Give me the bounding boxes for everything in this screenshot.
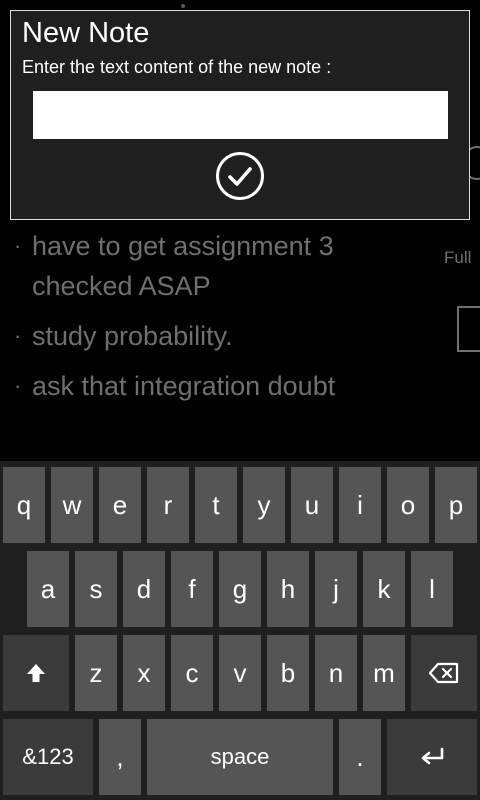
key-label: i xyxy=(357,490,363,520)
key-label: w xyxy=(62,490,82,520)
dialog-title: New Note xyxy=(22,17,150,49)
key-label: n xyxy=(328,658,344,688)
enter-key[interactable] xyxy=(387,719,477,795)
key-label: g xyxy=(232,574,248,604)
screen: Full · have to get assignment 3 checked … xyxy=(0,0,480,800)
key-s[interactable]: s xyxy=(75,551,117,627)
note-text-input[interactable] xyxy=(33,91,448,139)
key-i[interactable]: i xyxy=(339,467,381,543)
key-label: k xyxy=(377,574,391,604)
key-h[interactable]: h xyxy=(267,551,309,627)
key-label: l xyxy=(429,574,435,604)
backspace-icon xyxy=(428,662,459,684)
key-w[interactable]: w xyxy=(51,467,93,543)
key-label: m xyxy=(373,658,395,688)
key-m[interactable]: m xyxy=(363,635,405,711)
symbols-key[interactable]: &123 xyxy=(3,719,93,795)
key-label: z xyxy=(89,658,103,688)
key-label: j xyxy=(333,574,339,604)
key-label: o xyxy=(400,490,416,520)
key-x[interactable]: x xyxy=(123,635,165,711)
list-item: · have to get assignment 3 checked ASAP xyxy=(14,226,434,306)
list-item: · ask that integration doubt xyxy=(14,366,434,406)
key-label: c xyxy=(185,658,199,688)
key-t[interactable]: t xyxy=(195,467,237,543)
background-side-box xyxy=(457,306,480,352)
key-a[interactable]: a xyxy=(27,551,69,627)
key-label: p xyxy=(448,490,464,520)
note-text: ask that integration doubt xyxy=(32,371,336,401)
comma-key[interactable]: , xyxy=(99,719,141,795)
key-label: . xyxy=(356,742,364,772)
key-label: r xyxy=(163,490,173,520)
key-label: y xyxy=(257,490,271,520)
key-o[interactable]: o xyxy=(387,467,429,543)
background-note-list: · have to get assignment 3 checked ASAP … xyxy=(14,226,434,416)
key-label: v xyxy=(233,658,247,688)
key-label: d xyxy=(136,574,152,604)
key-label: x xyxy=(137,658,151,688)
key-n[interactable]: n xyxy=(315,635,357,711)
background-dot xyxy=(181,4,185,8)
space-key[interactable]: space xyxy=(147,719,333,795)
key-d[interactable]: d xyxy=(123,551,165,627)
key-label: space xyxy=(210,744,270,769)
list-item: · study probability. xyxy=(14,316,434,356)
key-label: , xyxy=(116,742,124,772)
backspace-key[interactable] xyxy=(411,635,477,711)
key-p[interactable]: p xyxy=(435,467,477,543)
enter-icon xyxy=(421,747,444,765)
key-j[interactable]: j xyxy=(315,551,357,627)
on-screen-keyboard: q w e r t y u i o p a s d f g h j k l z … xyxy=(0,461,480,800)
key-label: b xyxy=(280,658,296,688)
period-key[interactable]: . xyxy=(339,719,381,795)
bullet: · xyxy=(14,373,22,398)
shift-arrow-icon xyxy=(27,664,45,682)
new-note-dialog: New Note Enter the text content of the n… xyxy=(10,10,470,220)
key-k[interactable]: k xyxy=(363,551,405,627)
confirm-button[interactable] xyxy=(216,152,264,200)
dialog-prompt: Enter the text content of the new note : xyxy=(22,57,332,77)
key-r[interactable]: r xyxy=(147,467,189,543)
key-z[interactable]: z xyxy=(75,635,117,711)
key-label: e xyxy=(112,490,128,520)
key-label: u xyxy=(304,490,320,520)
key-v[interactable]: v xyxy=(219,635,261,711)
key-f[interactable]: f xyxy=(171,551,213,627)
key-label: q xyxy=(16,490,32,520)
key-c[interactable]: c xyxy=(171,635,213,711)
key-label: f xyxy=(188,574,196,604)
background-side-label: Full xyxy=(444,248,472,267)
key-q[interactable]: q xyxy=(3,467,45,543)
shift-key[interactable] xyxy=(3,635,69,711)
note-text: study probability. xyxy=(32,321,233,351)
key-g[interactable]: g xyxy=(219,551,261,627)
key-l[interactable]: l xyxy=(411,551,453,627)
key-e[interactable]: e xyxy=(99,467,141,543)
key-y[interactable]: y xyxy=(243,467,285,543)
key-u[interactable]: u xyxy=(291,467,333,543)
bullet: · xyxy=(14,233,22,258)
key-label: h xyxy=(280,574,296,604)
key-label: &123 xyxy=(22,744,74,769)
key-label: s xyxy=(89,574,103,604)
check-circle-icon xyxy=(228,167,252,186)
bullet: · xyxy=(14,323,22,348)
key-label: a xyxy=(40,574,56,604)
key-label: t xyxy=(212,490,220,520)
key-b[interactable]: b xyxy=(267,635,309,711)
note-text: have to get assignment 3 checked ASAP xyxy=(32,231,334,301)
